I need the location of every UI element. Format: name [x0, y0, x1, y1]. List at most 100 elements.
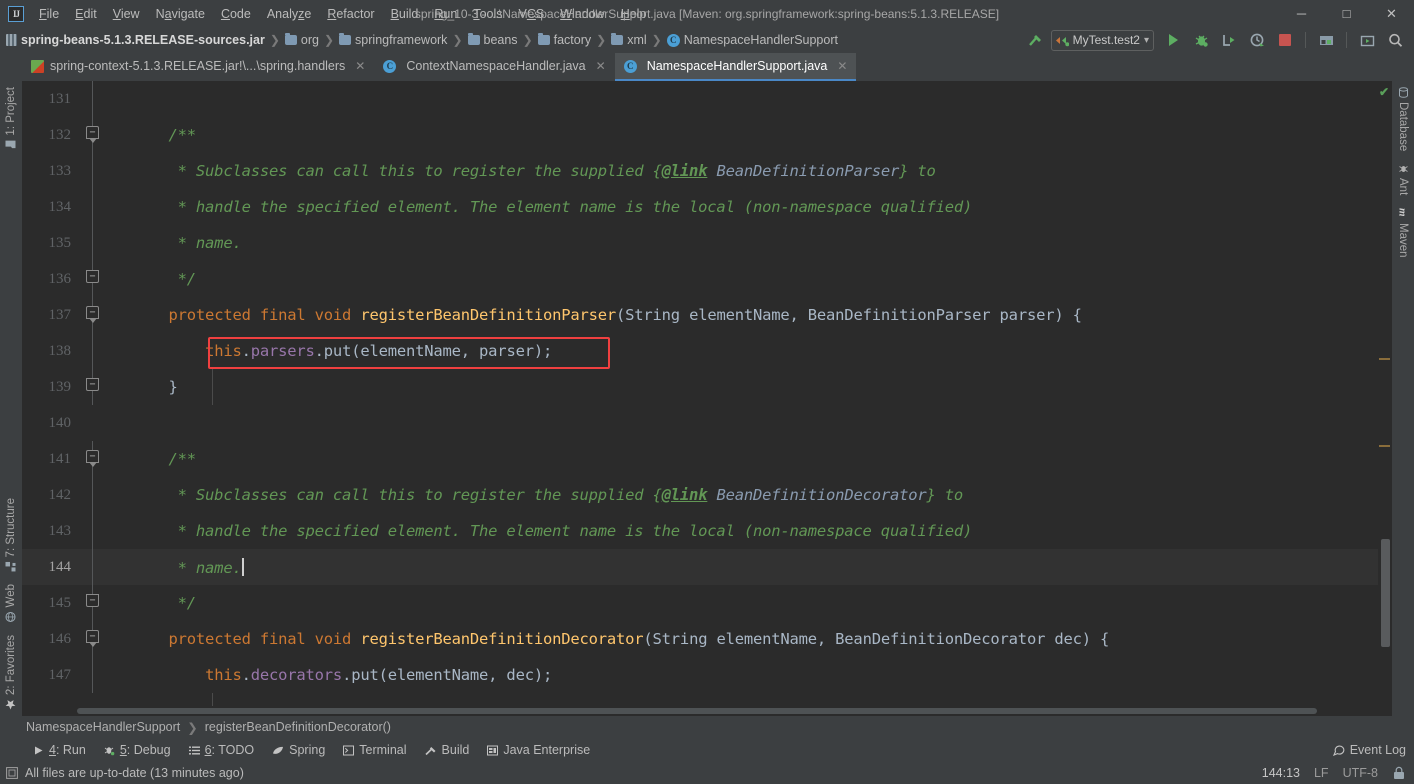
code-line-text[interactable]: /** — [104, 126, 1378, 144]
fold-gutter[interactable] — [82, 225, 104, 261]
tab-spring-handlers[interactable]: spring-context-5.1.3.RELEASE.jar!\...\sp… — [22, 53, 374, 81]
breadcrumb-item-beans[interactable]: beans — [467, 33, 518, 47]
menu-view[interactable]: View — [105, 3, 148, 25]
fold-gutter[interactable]: − — [82, 117, 104, 153]
breadcrumb-item-class[interactable]: C NamespaceHandlerSupport — [666, 33, 838, 47]
menu-run[interactable]: Run — [426, 3, 465, 25]
profile-button[interactable] — [1244, 29, 1270, 51]
marker-stripe[interactable] — [1379, 445, 1390, 447]
code-line[interactable]: 146− protected final void registerBeanDe… — [22, 621, 1378, 657]
menu-code[interactable]: Code — [213, 3, 259, 25]
event-log-button[interactable]: Event Log — [1332, 743, 1406, 757]
caret-position[interactable]: 144:13 — [1262, 766, 1300, 780]
breadcrumb-item-xml[interactable]: xml — [611, 33, 647, 47]
sidebar-item-database[interactable]: Database — [1392, 81, 1414, 157]
code-line[interactable]: 131 — [22, 81, 1378, 117]
editor-marker-bar[interactable]: ✔ — [1378, 81, 1392, 716]
fold-gutter[interactable] — [82, 189, 104, 225]
tool-window-run[interactable]: 4: Run — [24, 740, 95, 760]
menu-window[interactable]: Window — [552, 3, 612, 25]
code-line[interactable]: 143 * handle the specified element. The … — [22, 513, 1378, 549]
close-icon[interactable]: ✕ — [596, 59, 606, 73]
sidebar-item-favorites[interactable]: 2: Favorites — [0, 629, 22, 716]
tool-window-terminal[interactable]: Terminal — [334, 740, 415, 760]
menu-help[interactable]: Help — [613, 3, 655, 25]
code-line-text[interactable]: * handle the specified element. The elem… — [104, 522, 1378, 540]
code-line[interactable]: 147 this.decorators.put(elementName, dec… — [22, 657, 1378, 693]
fold-toggle-icon[interactable]: − — [86, 594, 99, 607]
breadcrumb-item-factory[interactable]: factory — [537, 33, 591, 47]
code-line[interactable]: 144 * name. — [22, 549, 1378, 585]
sidebar-item-maven[interactable]: m Maven — [1392, 202, 1414, 264]
code-line-text[interactable]: * Subclasses can call this to register t… — [104, 162, 1378, 180]
fold-gutter[interactable]: − — [82, 585, 104, 621]
tab-context-namespace-handler[interactable]: C ContextNamespaceHandler.java ✕ — [374, 53, 614, 81]
debug-button[interactable] — [1188, 29, 1214, 51]
code-line-text[interactable]: protected final void registerBeanDefinit… — [104, 306, 1378, 324]
code-line[interactable]: 142 * Subclasses can call this to regist… — [22, 477, 1378, 513]
maximize-button[interactable]: □ — [1324, 0, 1369, 27]
fold-toggle-icon[interactable]: − — [86, 270, 99, 283]
code-line-text[interactable]: * handle the specified element. The elem… — [104, 198, 1378, 216]
fold-gutter[interactable]: − — [82, 297, 104, 333]
code-line-text[interactable]: /** — [104, 450, 1378, 468]
code-line[interactable]: 132− /** — [22, 117, 1378, 153]
code-line-text[interactable]: * Subclasses can call this to register t… — [104, 486, 1378, 504]
code-line[interactable]: 137− protected final void registerBeanDe… — [22, 297, 1378, 333]
vertical-scrollbar-thumb[interactable] — [1381, 539, 1390, 647]
sidebar-item-ant[interactable]: Ant — [1392, 157, 1414, 201]
menu-vcs[interactable]: VCS — [511, 3, 553, 25]
code-line-text[interactable]: this.decorators.put(elementName, dec); — [104, 666, 1378, 684]
project-structure-button[interactable] — [1313, 29, 1339, 51]
build-hammer-button[interactable] — [1023, 29, 1049, 51]
fold-gutter[interactable]: − — [82, 621, 104, 657]
code-line-text[interactable]: */ — [104, 270, 1378, 288]
fold-gutter[interactable] — [82, 405, 104, 441]
menu-file[interactable]: File — [31, 3, 67, 25]
close-icon[interactable]: ✕ — [837, 59, 847, 73]
code-line[interactable]: 141− /** — [22, 441, 1378, 477]
fold-gutter[interactable]: − — [82, 441, 104, 477]
menu-tools[interactable]: Tools — [465, 3, 510, 25]
close-icon[interactable]: ✕ — [355, 59, 365, 73]
tab-namespace-handler-support[interactable]: C NamespaceHandlerSupport.java ✕ — [614, 53, 857, 81]
code-line-text[interactable]: } — [104, 378, 1378, 396]
code-line-text[interactable]: this.parsers.put(elementName, parser); — [104, 342, 1378, 360]
sidebar-item-structure[interactable]: 7: Structure — [0, 492, 22, 578]
fold-gutter[interactable] — [82, 477, 104, 513]
code-line[interactable]: 139 − } — [22, 369, 1378, 405]
sidebar-item-project[interactable]: 1: Project — [0, 81, 22, 157]
code-line[interactable]: 135 * name. — [22, 225, 1378, 261]
fold-gutter[interactable] — [82, 549, 104, 585]
code-line-text[interactable]: */ — [104, 594, 1378, 612]
code-line[interactable]: 145 − */ — [22, 585, 1378, 621]
fold-gutter[interactable] — [82, 81, 104, 117]
select-opened-file-button[interactable] — [1354, 29, 1380, 51]
read-only-icon[interactable] — [1392, 766, 1406, 780]
breadcrumb-item-springframework[interactable]: springframework — [339, 33, 447, 47]
minimize-button[interactable]: ─ — [1279, 0, 1324, 27]
menu-build[interactable]: Build — [383, 3, 427, 25]
horizontal-scrollbar[interactable] — [22, 706, 1378, 716]
menu-refactor[interactable]: Refactor — [319, 3, 382, 25]
menu-analyze[interactable]: Analyze — [259, 3, 319, 25]
tool-window-java-enterprise[interactable]: Java Enterprise — [478, 740, 599, 760]
code-line[interactable]: 138 this.parsers.put(elementName, parser… — [22, 333, 1378, 369]
code-line-text[interactable]: protected final void registerBeanDefinit… — [104, 630, 1378, 648]
fold-gutter[interactable]: − — [82, 369, 104, 405]
code-line[interactable]: 140 — [22, 405, 1378, 441]
menu-edit[interactable]: Edit — [67, 3, 105, 25]
code-line[interactable]: 136 − */ — [22, 261, 1378, 297]
fold-toggle-icon[interactable]: − — [86, 378, 99, 391]
breadcrumb-item-org[interactable]: org — [284, 33, 319, 47]
sidebar-item-web[interactable]: Web — [0, 578, 22, 628]
tool-window-spring[interactable]: Spring — [263, 740, 334, 760]
marker-stripe[interactable] — [1379, 358, 1390, 360]
code-line-text[interactable]: * name. — [104, 557, 1378, 577]
line-separator-indicator[interactable]: LF — [1314, 766, 1329, 780]
tool-window-build[interactable]: Build — [416, 740, 479, 760]
fold-gutter[interactable] — [82, 333, 104, 369]
inspection-status-icon[interactable]: ✔ — [1379, 85, 1389, 99]
menu-navigate[interactable]: Navigate — [148, 3, 213, 25]
fold-gutter[interactable] — [82, 513, 104, 549]
